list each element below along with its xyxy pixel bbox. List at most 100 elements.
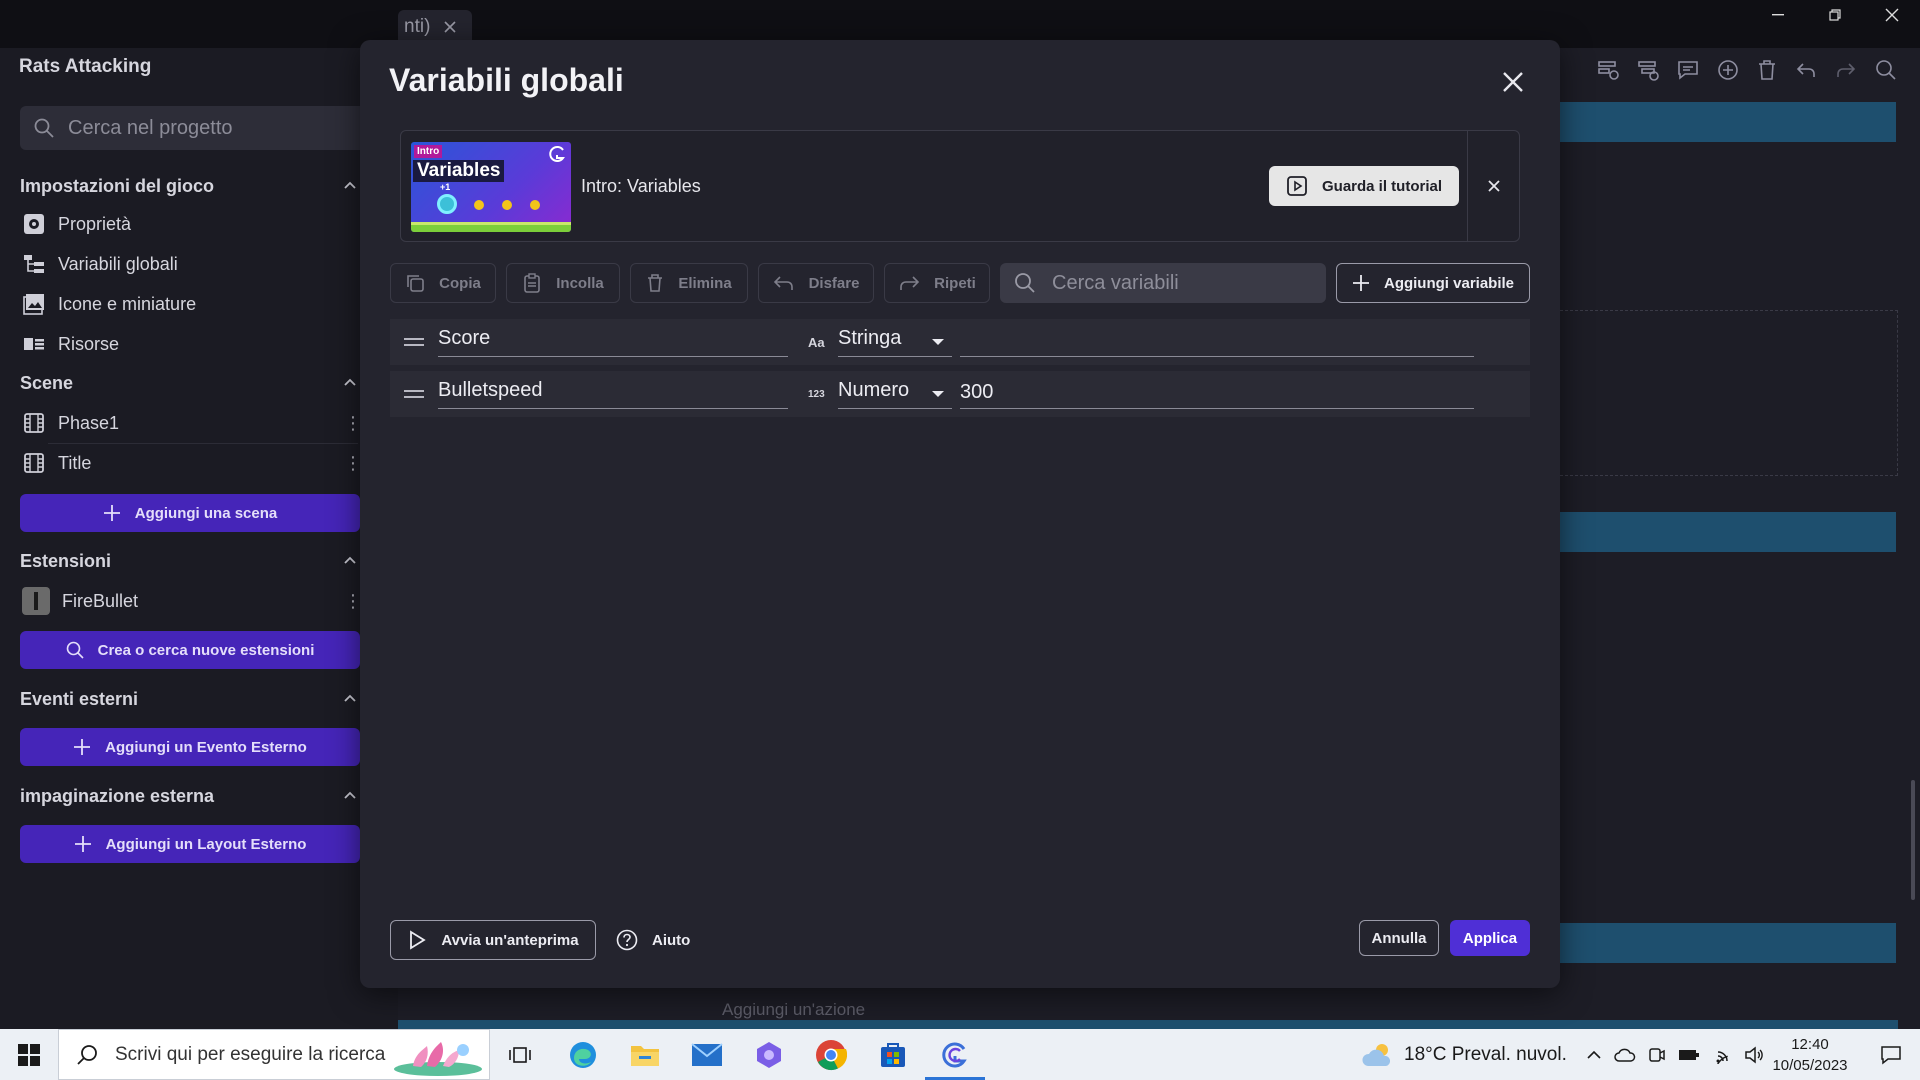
search-icon	[66, 641, 84, 659]
add-variable-button[interactable]: Aggiungi variabile	[1336, 263, 1530, 303]
delete-button[interactable]: Elimina	[630, 263, 748, 303]
sidebar-item-global-variables[interactable]: Variabili globali	[22, 252, 362, 276]
undo-label: Disfare	[808, 274, 860, 292]
minimize-icon[interactable]	[1749, 0, 1806, 30]
variable-value-input[interactable]: 300	[960, 377, 1474, 409]
drag-handle-icon[interactable]	[404, 390, 424, 398]
paste-label: Incolla	[556, 274, 604, 292]
trash-icon[interactable]	[1756, 58, 1778, 82]
taskbar-store[interactable]	[863, 1029, 923, 1080]
plus-icon	[103, 504, 121, 522]
taskbar-clipchamp[interactable]	[739, 1029, 799, 1080]
chevron-up-icon[interactable]	[343, 691, 357, 705]
variable-type-select[interactable]: Numero	[838, 377, 952, 409]
close-tab-icon[interactable]	[444, 21, 456, 33]
find-extensions-label: Crea o cerca nuove estensioni	[97, 641, 315, 659]
search-icon	[34, 118, 54, 138]
coin-sprite	[530, 200, 540, 210]
taskbar-gdevelop[interactable]	[925, 1029, 985, 1080]
taskbar-chrome[interactable]	[801, 1029, 861, 1080]
close-icon[interactable]	[1485, 177, 1503, 195]
onedrive-icon[interactable]	[1614, 1047, 1636, 1063]
taskbar-task-view[interactable]	[490, 1029, 550, 1080]
add-circle-icon[interactable]	[1716, 58, 1740, 82]
copy-label: Copia	[439, 274, 481, 292]
plus-icon	[1352, 274, 1370, 292]
watch-tutorial-button[interactable]: Guarda il tutorial	[1269, 166, 1459, 206]
sidebar-item-resources[interactable]: Risorse	[22, 332, 362, 356]
event-row-bar	[398, 1020, 1898, 1029]
help-button[interactable]: Aiuto	[616, 920, 690, 960]
taskbar-clock[interactable]: 12:40 10/05/2023	[1758, 1034, 1862, 1076]
sidebar-item-scene-title[interactable]: Title ⋮	[22, 451, 362, 475]
wifi-icon[interactable]	[1712, 1046, 1732, 1064]
scrollbar[interactable]	[1911, 780, 1915, 900]
find-extensions-button[interactable]: Crea o cerca nuove estensioni	[20, 631, 360, 669]
number-type-icon: 123	[808, 389, 825, 400]
weather-widget[interactable]: 18°C Preval. nuvol.	[1362, 1029, 1567, 1080]
notification-button[interactable]	[1862, 1029, 1920, 1080]
drag-handle-icon[interactable]	[404, 338, 424, 346]
meet-now-icon[interactable]	[1648, 1046, 1666, 1064]
copy-button[interactable]: Copia	[390, 263, 496, 303]
add-action-placeholder[interactable]: Aggiungi un'azione	[722, 1000, 865, 1020]
cancel-button[interactable]: Annulla	[1359, 920, 1439, 956]
taskbar-file-explorer[interactable]	[615, 1029, 675, 1080]
section-game-settings[interactable]: Impostazioni del gioco	[20, 176, 214, 197]
sidebar-item-scene-phase1[interactable]: Phase1 ⋮	[22, 411, 362, 435]
chevron-up-icon[interactable]	[343, 553, 357, 567]
notification-icon	[1880, 1045, 1902, 1065]
chevron-up-icon[interactable]	[343, 788, 357, 802]
close-icon[interactable]	[1497, 66, 1529, 98]
paste-button[interactable]: Incolla	[506, 263, 620, 303]
variable-name-input[interactable]: Score	[438, 325, 788, 357]
project-search-placeholder: Cerca nel progetto	[68, 116, 233, 139]
add-subevent-icon[interactable]	[1636, 58, 1660, 82]
taskbar-search[interactable]: Scrivi qui per eseguire la ricerca	[58, 1029, 490, 1080]
film-icon	[22, 451, 46, 475]
battery-icon[interactable]	[1678, 1048, 1700, 1062]
taskbar-mail[interactable]	[677, 1029, 737, 1080]
editor-tab[interactable]: nti)	[398, 10, 472, 44]
window-controls	[1749, 0, 1920, 30]
undo-button[interactable]: Disfare	[758, 263, 874, 303]
variable-name-input[interactable]: Bulletspeed	[438, 377, 788, 409]
variable-value-input[interactable]	[960, 325, 1474, 357]
comment-icon[interactable]	[1676, 58, 1700, 82]
add-event-icon[interactable]	[1596, 58, 1620, 82]
thumbnail-tag: Intro	[414, 145, 443, 158]
close-window-icon[interactable]	[1863, 0, 1920, 30]
tutorial-thumbnail[interactable]: Intro Variables +1	[411, 142, 571, 232]
section-external-layouts[interactable]: impaginazione esterna	[20, 786, 214, 807]
taskbar-search-placeholder: Scrivi qui per eseguire la ricerca	[115, 1043, 386, 1065]
launch-preview-button[interactable]: Avvia un'anteprima	[390, 920, 596, 960]
start-button[interactable]	[0, 1029, 58, 1080]
sidebar-item-extension-firebullet[interactable]: FireBullet ⋮	[22, 587, 362, 615]
clock-date: 10/05/2023	[1772, 1057, 1848, 1074]
undo-icon[interactable]	[1794, 58, 1818, 82]
chevron-up-icon[interactable]	[343, 375, 357, 389]
system-tray	[1586, 1029, 1764, 1080]
apply-button[interactable]: Applica	[1450, 920, 1530, 956]
project-search[interactable]: Cerca nel progetto	[20, 106, 400, 150]
chevron-up-icon[interactable]	[1586, 1047, 1602, 1063]
variable-type-value: Stringa	[838, 327, 902, 349]
add-scene-button[interactable]: Aggiungi una scena	[20, 494, 360, 532]
sidebar-item-icons[interactable]: Icone e miniature	[22, 292, 362, 316]
redo-button[interactable]: Ripeti	[884, 263, 990, 303]
chevron-up-icon[interactable]	[343, 178, 357, 192]
taskbar-edge[interactable]	[553, 1029, 613, 1080]
add-external-event-button[interactable]: Aggiungi un Evento Esterno	[20, 728, 360, 766]
section-extensions[interactable]: Estensioni	[20, 551, 111, 572]
search-icon[interactable]	[1874, 58, 1898, 82]
sidebar-item-properties[interactable]: Proprietà	[22, 212, 362, 236]
restore-icon[interactable]	[1806, 0, 1863, 30]
clipchamp-icon	[754, 1040, 784, 1070]
section-scenes[interactable]: Scene	[20, 373, 73, 394]
resources-icon	[22, 332, 46, 356]
add-external-layout-button[interactable]: Aggiungi un Layout Esterno	[20, 825, 360, 863]
redo-icon[interactable]	[1834, 58, 1858, 82]
section-external-events[interactable]: Eventi esterni	[20, 689, 138, 710]
variable-type-select[interactable]: Stringa	[838, 325, 952, 357]
search-variables-input[interactable]: Cerca variabili	[1000, 263, 1326, 303]
